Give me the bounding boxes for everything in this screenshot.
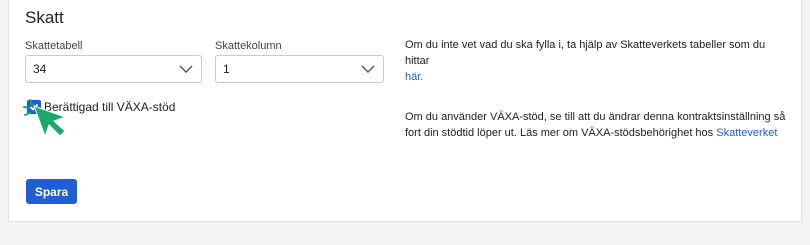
section-title: Skatt bbox=[25, 8, 64, 27]
tax-table-info-text: Om du inte vet vad du ska fylla i, ta hj… bbox=[405, 39, 766, 67]
pointer-cursor-icon bbox=[23, 99, 67, 138]
skattetabell-value: 34 bbox=[33, 62, 47, 76]
vaxa-info: Om du använder VÄXA-stöd, se till att du… bbox=[405, 109, 790, 141]
chevron-down-icon bbox=[179, 65, 193, 73]
skattetabell-select[interactable]: 34 bbox=[25, 55, 202, 83]
skatteverket-link[interactable]: Skatteverket bbox=[716, 127, 777, 139]
save-button[interactable]: Spara bbox=[26, 179, 77, 204]
tax-table-link[interactable]: här. bbox=[405, 71, 423, 83]
tax-settings-card: Skatt Skattetabell 34 Skattekolumn 1 Om … bbox=[8, 0, 802, 222]
skattetabell-label: Skattetabell bbox=[25, 40, 83, 52]
skattekolumn-select[interactable]: 1 bbox=[215, 55, 384, 83]
chevron-down-icon bbox=[361, 65, 375, 73]
skattekolumn-label: Skattekolumn bbox=[215, 40, 282, 52]
tax-table-info: Om du inte vet vad du ska fylla i, ta hj… bbox=[405, 37, 790, 85]
skattekolumn-value: 1 bbox=[223, 62, 230, 76]
